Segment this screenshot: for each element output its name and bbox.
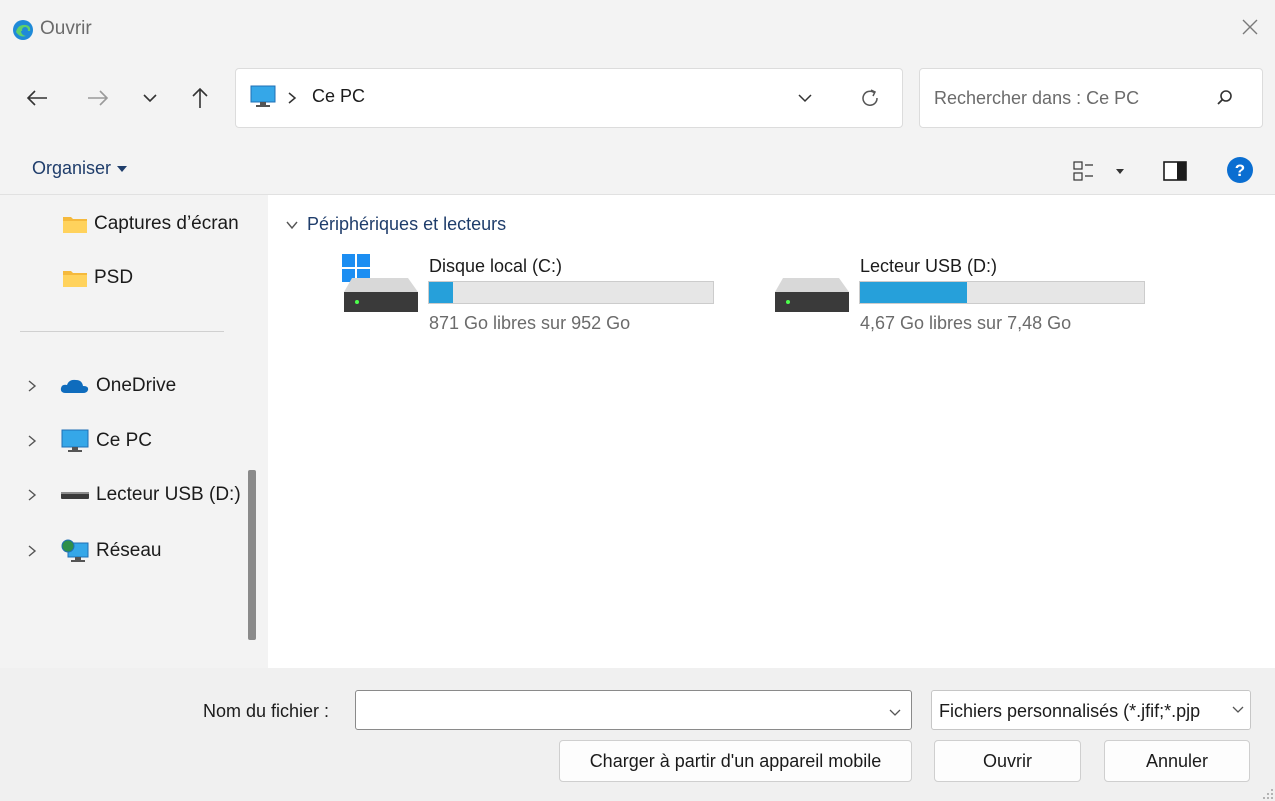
- drive-c-free-space: 871 Go libres sur 952 Go: [429, 313, 631, 333]
- file-type-dropdown-button[interactable]: [1226, 691, 1250, 729]
- sidebar-item-label: PSD: [94, 267, 134, 288]
- sidebar-scrollbar-thumb[interactable]: [248, 470, 256, 640]
- sidebar-item-captures[interactable]: Captures d’écran: [62, 213, 239, 235]
- search-icon[interactable]: [1215, 88, 1235, 113]
- address-history-button[interactable]: [790, 83, 820, 113]
- chevron-down-icon: [286, 221, 298, 229]
- svg-text:?: ?: [1235, 161, 1245, 180]
- chevron-down-icon: [1232, 706, 1244, 713]
- windows-drive-icon: [342, 254, 418, 312]
- chevron-down-icon: [143, 94, 157, 103]
- section-header-devices[interactable]: Périphériques et lecteurs: [285, 214, 506, 235]
- chevron-right-icon[interactable]: [25, 434, 39, 448]
- edge-icon: [12, 19, 34, 41]
- view-options-button[interactable]: [1072, 160, 1126, 187]
- back-button[interactable]: [22, 83, 52, 113]
- preview-pane-icon: [1163, 161, 1187, 181]
- organize-menu[interactable]: Organiser: [32, 158, 128, 179]
- sidebar-item-usb[interactable]: Lecteur USB (D:): [25, 484, 241, 506]
- resize-grip-icon[interactable]: [1262, 786, 1274, 801]
- network-icon: [61, 539, 89, 562]
- chevron-down-icon: [798, 94, 812, 103]
- chevron-down-icon: [889, 709, 901, 716]
- window-title: Ouvrir: [40, 18, 92, 39]
- sidebar-item-label: Ce PC: [96, 430, 152, 451]
- monitor-icon: [250, 85, 276, 114]
- help-icon: ?: [1227, 157, 1253, 183]
- upload-from-mobile-button[interactable]: Charger à partir d'un appareil mobile: [559, 740, 912, 782]
- arrow-up-icon: [192, 87, 208, 108]
- chevron-right-icon[interactable]: [25, 379, 39, 393]
- sidebar-item-ce-pc[interactable]: Ce PC: [25, 429, 152, 453]
- filename-input[interactable]: [355, 690, 912, 730]
- caret-down-icon: [117, 165, 128, 172]
- folder-icon: [63, 217, 87, 233]
- breadcrumb-separator-icon: [287, 91, 297, 110]
- monitor-icon: [61, 429, 89, 452]
- drive-c-tile-icon[interactable]: [342, 254, 422, 318]
- view-layout-icon: [1073, 161, 1124, 181]
- open-button[interactable]: Ouvrir: [934, 740, 1081, 782]
- filename-label: Nom du fichier :: [203, 701, 330, 721]
- sidebar-item-label: Lecteur USB (D:): [96, 484, 241, 505]
- up-button[interactable]: [185, 83, 215, 113]
- close-button[interactable]: [1237, 14, 1263, 40]
- drive-d-free-space: 4,67 Go libres sur 7,48 Go: [860, 313, 1072, 333]
- filename-history-button[interactable]: [888, 705, 902, 723]
- arrow-right-icon: [88, 90, 109, 106]
- chevron-right-icon[interactable]: [25, 488, 39, 502]
- sidebar-item-label: Captures d’écran: [94, 213, 239, 234]
- drive-d-usage-bar: [859, 281, 1145, 304]
- drive-c-usage-bar: [428, 281, 714, 304]
- usb-drive-icon: [775, 278, 849, 312]
- sidebar-divider: [20, 331, 224, 332]
- preview-pane-button[interactable]: [1163, 160, 1187, 187]
- refresh-icon: [862, 89, 878, 106]
- sidebar-item-psd[interactable]: PSD: [62, 267, 133, 289]
- organize-label: Organiser: [32, 158, 112, 178]
- drive-c-name[interactable]: Disque local (C:): [429, 256, 562, 277]
- refresh-button[interactable]: [855, 83, 885, 113]
- breadcrumb-ce-pc[interactable]: Ce PC: [312, 86, 365, 107]
- usb-drive-icon: [61, 492, 89, 499]
- title-bar: [0, 0, 1275, 58]
- sidebar-item-onedrive[interactable]: OneDrive: [25, 375, 176, 397]
- sidebar-item-reseau[interactable]: Réseau: [25, 538, 162, 564]
- sidebar-item-label: OneDrive: [96, 375, 177, 396]
- recent-locations-button[interactable]: [135, 83, 165, 113]
- drive-d-name[interactable]: Lecteur USB (D:): [860, 256, 997, 277]
- help-button[interactable]: ?: [1226, 156, 1254, 189]
- file-type-value: Fichiers personnalisés (*.jfif;*.pjp: [939, 701, 1201, 721]
- chevron-right-icon[interactable]: [25, 544, 39, 558]
- drive-d-usage-fill: [860, 282, 967, 303]
- arrow-left-icon: [26, 90, 47, 106]
- cloud-icon: [60, 379, 89, 393]
- forward-button[interactable]: [83, 83, 113, 113]
- file-type-select[interactable]: Fichiers personnalisés (*.jfif;*.pjp: [931, 690, 1251, 730]
- section-title: Périphériques et lecteurs: [307, 214, 507, 234]
- sidebar-item-label: Réseau: [96, 540, 162, 561]
- drive-c-usage-fill: [429, 282, 454, 303]
- close-icon: [1242, 19, 1258, 35]
- drive-d-tile-icon[interactable]: [773, 270, 853, 318]
- search-input[interactable]: Rechercher dans : Ce PC: [934, 88, 1139, 109]
- cancel-button[interactable]: Annuler: [1104, 740, 1250, 782]
- folder-icon: [63, 271, 87, 287]
